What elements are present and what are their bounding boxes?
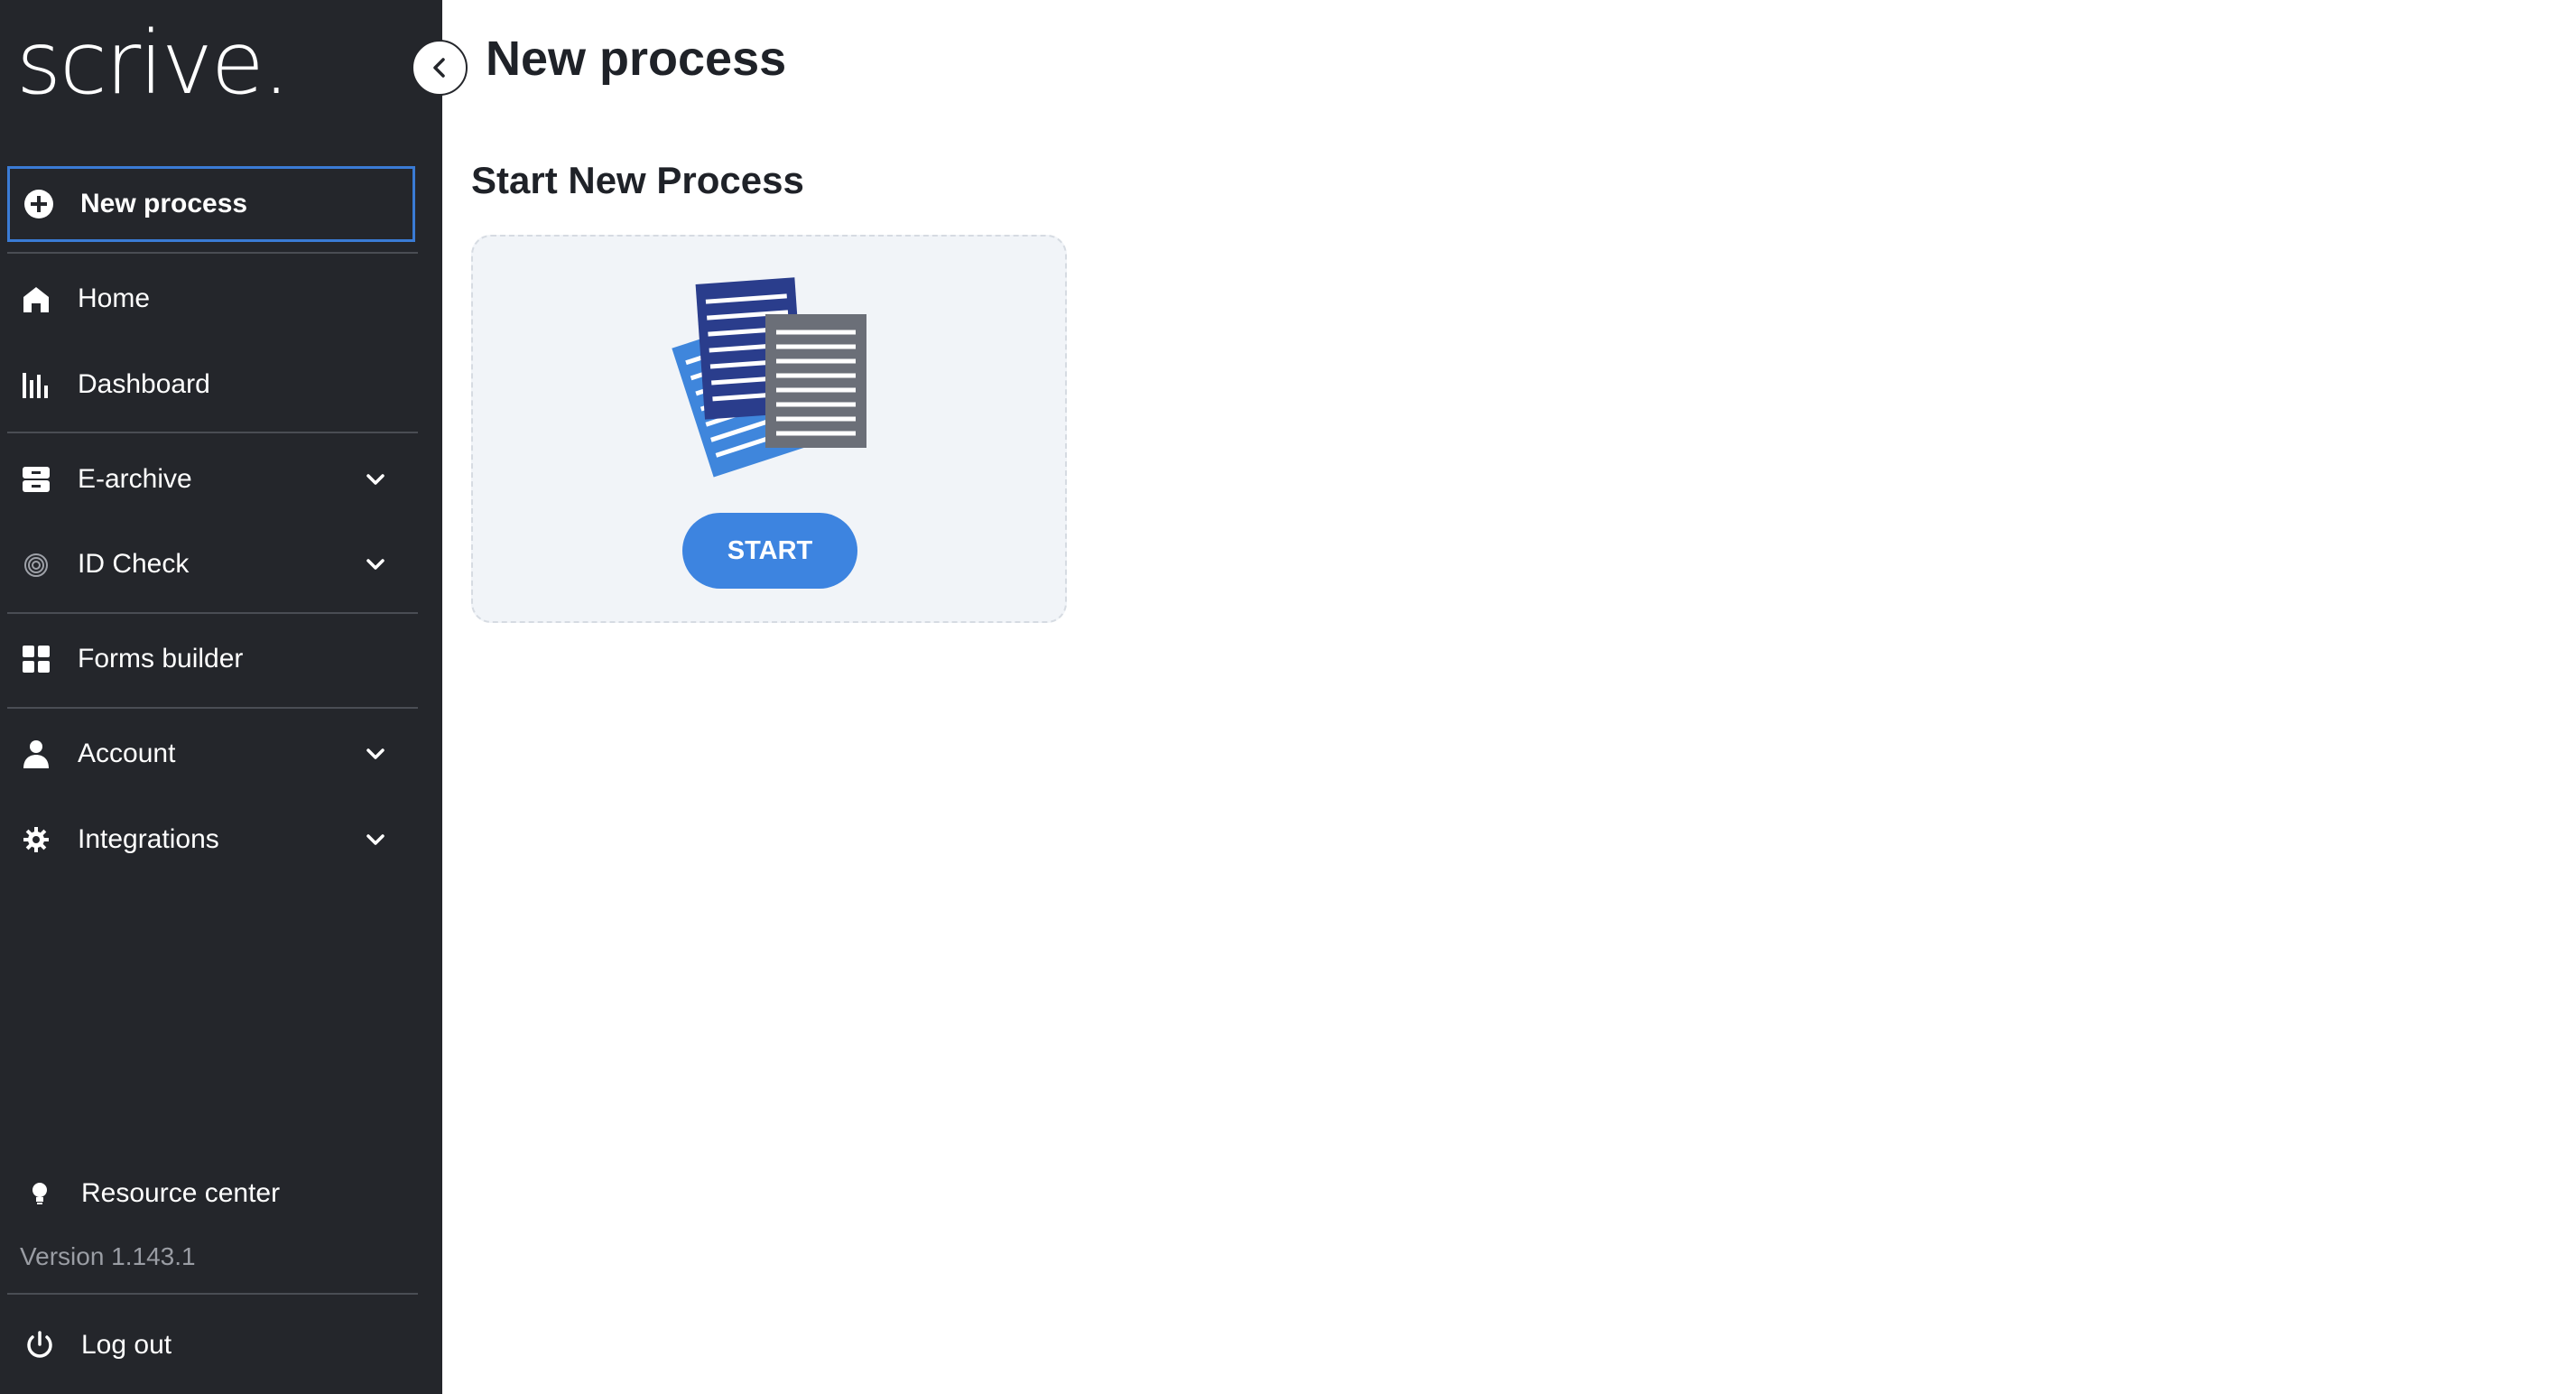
chevron-down-icon[interactable] — [363, 467, 388, 492]
scrive-logo[interactable]: scrive. — [16, 20, 290, 107]
collapse-sidebar-button[interactable] — [412, 40, 468, 96]
divider — [7, 432, 418, 433]
lightbulb-icon — [22, 1176, 58, 1212]
bar-chart-icon — [18, 367, 54, 403]
divider — [7, 1293, 418, 1295]
sidebar: scrive. New process Home Dashboard E-arc… — [0, 0, 442, 1394]
sidebar-item-label: New process — [80, 189, 248, 218]
sidebar-item-label: Account — [78, 739, 176, 768]
sidebar-item-resource-center[interactable]: Resource center — [11, 1156, 419, 1231]
grid-icon — [18, 641, 54, 677]
start-button[interactable]: START — [682, 513, 857, 589]
sidebar-item-label: Dashboard — [78, 369, 210, 399]
sidebar-item-account[interactable]: Account — [7, 716, 415, 792]
chevron-left-icon — [433, 58, 445, 78]
sidebar-item-label: E-archive — [78, 464, 192, 494]
sidebar-item-label: Home — [78, 283, 151, 313]
sidebar-item-label: Integrations — [78, 824, 219, 854]
documents-illustration — [672, 262, 870, 492]
divider — [7, 612, 418, 614]
user-icon — [18, 736, 54, 772]
sidebar-item-e-archive[interactable]: E-archive — [7, 441, 415, 517]
divider — [7, 252, 418, 254]
divider — [7, 707, 418, 709]
gear-icon — [18, 822, 54, 858]
sidebar-item-home[interactable]: Home — [7, 261, 415, 337]
version-label: Version 1.143.1 — [20, 1242, 196, 1270]
sidebar-item-label: Forms builder — [78, 644, 244, 674]
page-title: New process — [486, 32, 787, 86]
start-process-card[interactable]: START — [471, 235, 1067, 623]
sidebar-item-label: Log out — [81, 1330, 172, 1360]
plus-circle-icon — [21, 186, 57, 222]
fingerprint-icon — [18, 546, 54, 582]
power-icon — [22, 1327, 58, 1363]
sidebar-item-dashboard[interactable]: Dashboard — [7, 347, 415, 423]
chevron-down-icon[interactable] — [363, 741, 388, 767]
home-icon — [18, 281, 54, 317]
chevron-down-icon[interactable] — [363, 552, 388, 577]
sidebar-item-label: ID Check — [78, 549, 190, 579]
sidebar-item-integrations[interactable]: Integrations — [7, 802, 415, 878]
sidebar-item-forms-builder[interactable]: Forms builder — [7, 621, 415, 697]
sidebar-item-logout[interactable]: Log out — [11, 1307, 419, 1383]
sidebar-item-label: Resource center — [81, 1178, 281, 1208]
archive-icon — [18, 461, 54, 497]
sidebar-item-id-check[interactable]: ID Check — [7, 526, 415, 602]
chevron-down-icon[interactable] — [363, 827, 388, 852]
sidebar-item-new-process[interactable]: New process — [7, 166, 415, 242]
section-title: Start New Process — [471, 159, 804, 201]
